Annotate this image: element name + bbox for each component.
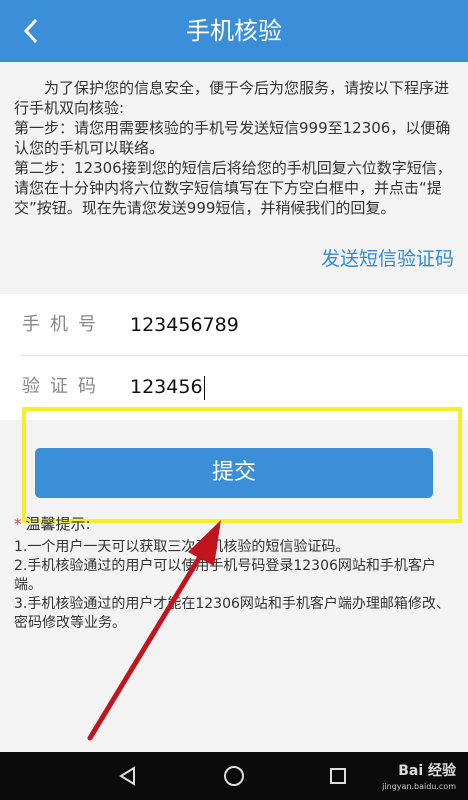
tip-item: 2.手机核验通过的用户可以使用手机号码登录12306网站和手机客户端。	[14, 558, 436, 593]
info-text: 为了保护您的信息安全，便于今后为您服务，请按以下程序进行手机双向核验: 第一步：…	[14, 78, 454, 218]
verification-form: 手机号 123456789 验证码 123456	[0, 294, 468, 420]
text-caret	[203, 375, 205, 400]
watermark-brand: Bai 经验	[398, 763, 456, 779]
nav-back-button[interactable]	[114, 762, 142, 790]
nav-home-button[interactable]	[220, 762, 248, 790]
tips-title: * 温馨提示:	[14, 513, 91, 534]
tip-item: 1.一个用户一天可以获取三次手机核验的短信验证码。	[14, 539, 350, 555]
top-bar: 手机核验	[0, 0, 468, 62]
phone-label: 手机号	[22, 314, 106, 335]
code-value: 123456	[130, 376, 203, 398]
tip-item: 3.手机核验通过的用户才能在12306网站和手机客户端办理邮箱修改、密码修改等业…	[14, 596, 450, 631]
tips-list: 1.一个用户一天可以获取三次手机核验的短信验证码。 2.手机核验通过的用户可以使…	[14, 538, 454, 633]
watermark-url: jingyan.baidu.com	[382, 782, 456, 791]
nav-recent-button[interactable]	[324, 762, 352, 790]
phone-input[interactable]: 123456789	[130, 294, 239, 356]
circle-home-icon	[224, 766, 244, 786]
send-code-link[interactable]: 发送短信验证码	[321, 244, 454, 271]
highlight-box	[22, 407, 462, 523]
tips-title-text: 温馨提示:	[25, 515, 91, 533]
info-line: 为了保护您的信息安全，便于今后为您服务，请按以下程序进行手机双向核验:	[14, 79, 450, 117]
square-recent-icon	[330, 768, 346, 784]
asterisk-icon: *	[14, 515, 22, 533]
info-line: 第一步：请您用需要核验的手机号发送短信999至12306，以便确认您的手机可以联…	[14, 119, 451, 157]
page-title: 手机核验	[186, 17, 282, 45]
phone-row[interactable]: 手机号 123456789	[0, 294, 468, 356]
info-line: 第二步：12306接到您的短信后将给您的手机回复六位数字短信，请您在十分钟内将六…	[14, 159, 452, 217]
triangle-back-icon	[119, 766, 135, 786]
